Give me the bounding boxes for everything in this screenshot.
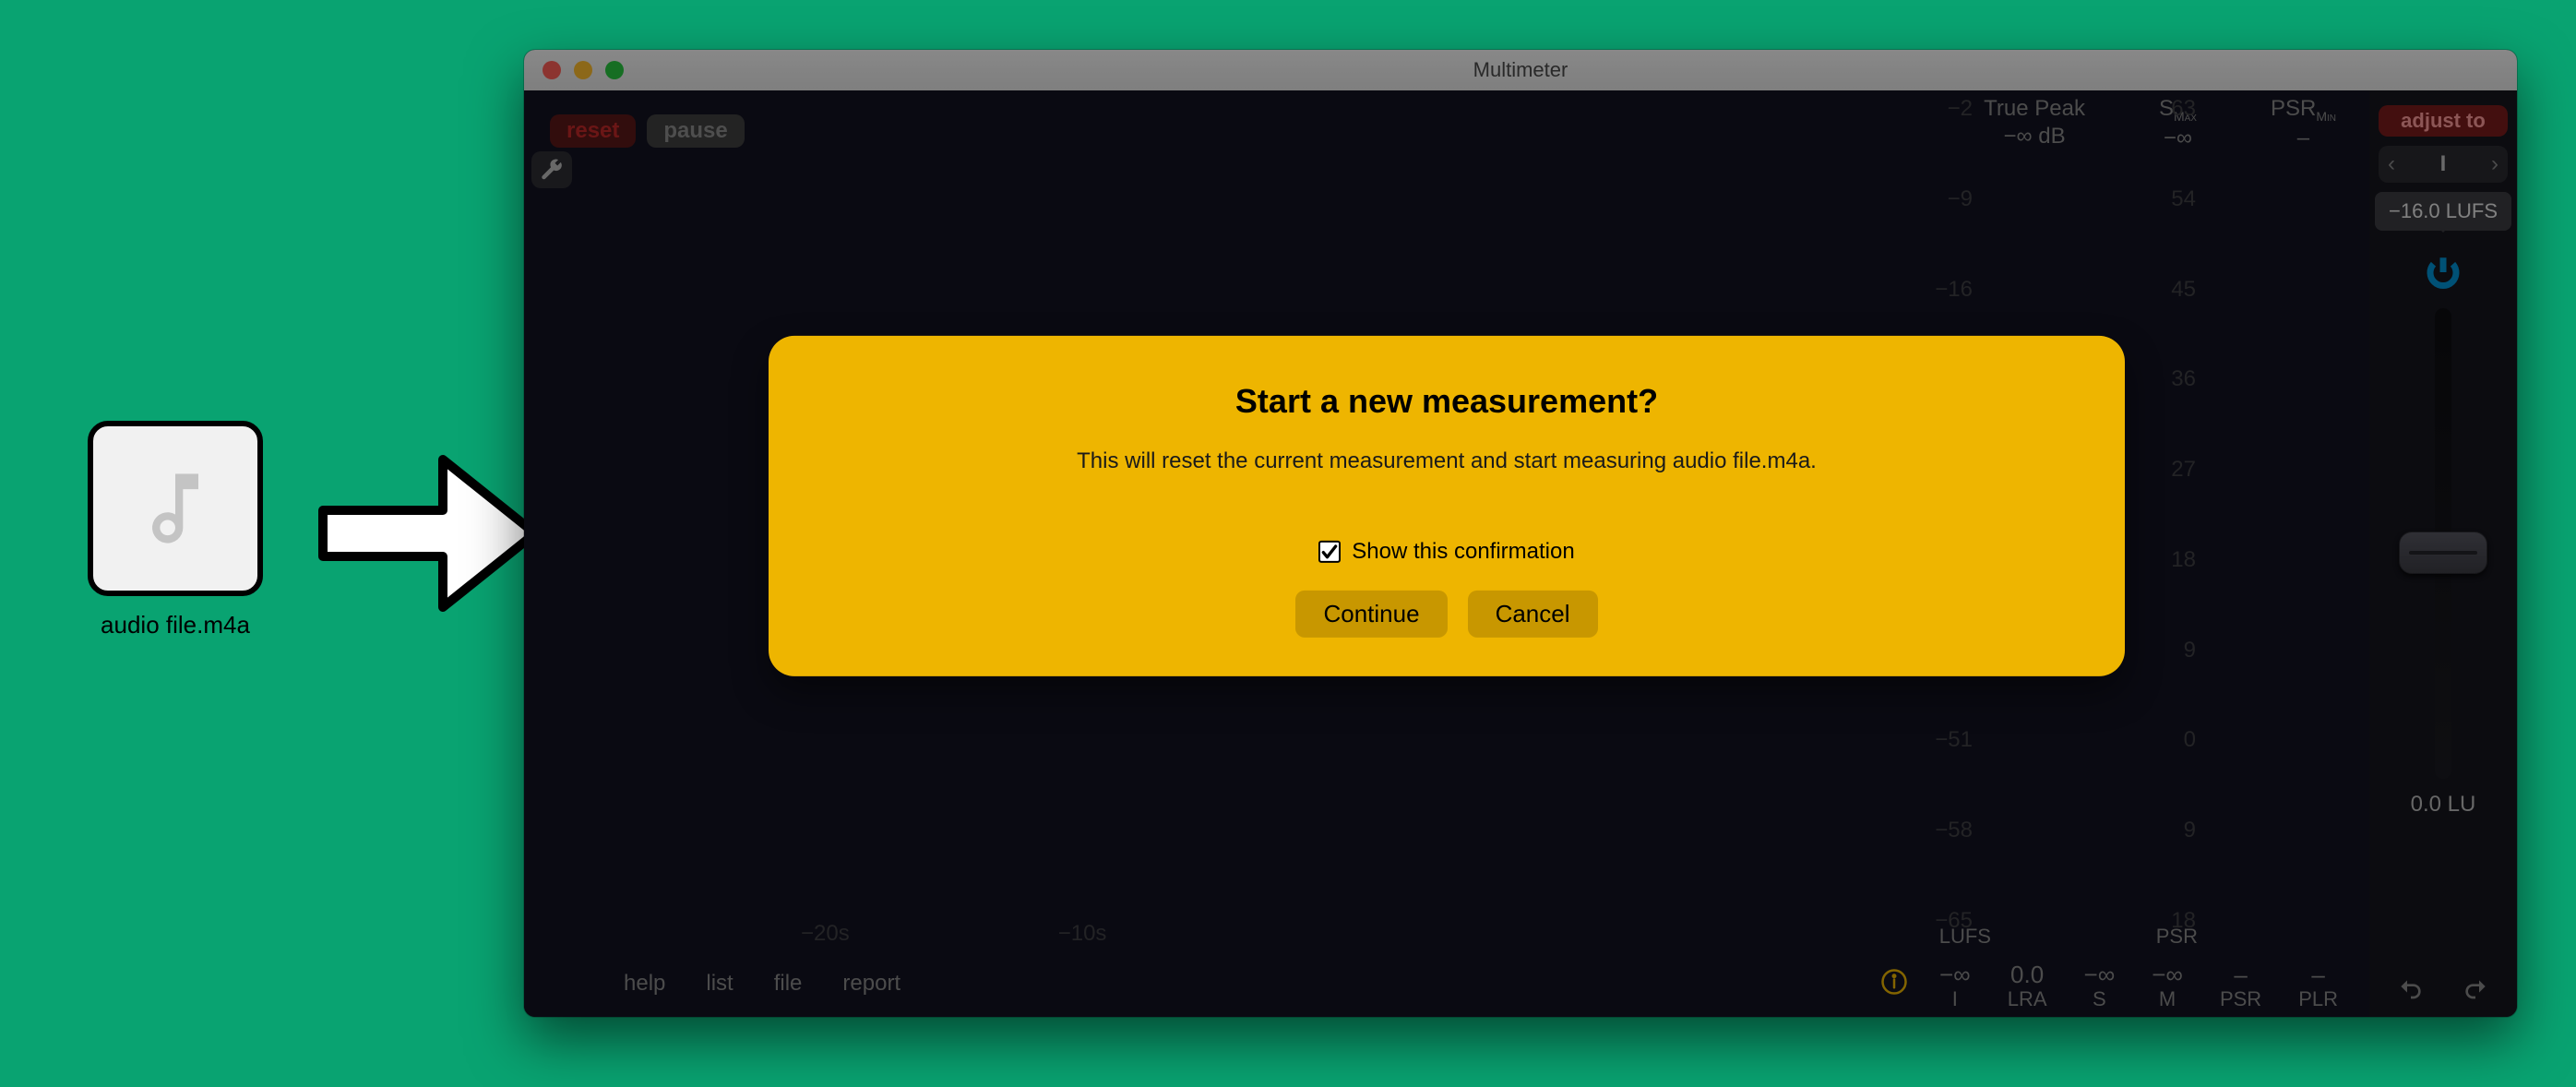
scale-tick: 27: [2131, 457, 2196, 483]
drag-source-file[interactable]: audio file.m4a: [88, 421, 263, 639]
scale-tick: 9: [2131, 818, 2196, 843]
scale-tick: 9: [2131, 638, 2196, 663]
mode-selector[interactable]: ‹ I ›: [2379, 146, 2508, 183]
mode-value: I: [2440, 151, 2447, 177]
readout-label: S: [2084, 987, 2116, 1011]
psr-scale: 63544536271890918: [2131, 90, 2196, 952]
readout-value: −∞: [2152, 961, 2183, 989]
target-loudness[interactable]: −16.0 LUFS: [2375, 192, 2511, 231]
footer-menu: help list file report: [524, 971, 900, 997]
menu-list[interactable]: list: [706, 971, 733, 997]
wrench-icon: [540, 158, 564, 182]
scale-tick: 45: [2131, 277, 2196, 303]
sidebar: adjust to ‹ I › −16.0 LUFS 0.0 LU: [2369, 90, 2517, 1017]
stat-psr-min: PSRMin –: [2271, 96, 2336, 151]
readout-value: −∞: [1939, 961, 1971, 989]
menu-file[interactable]: file: [774, 971, 803, 997]
scale-tick: −51: [1908, 727, 1973, 753]
scale-tick: −58: [1908, 818, 1973, 843]
chevron-left-icon: ‹: [2388, 151, 2395, 177]
undo-icon: [2396, 975, 2426, 1005]
drag-arrow: [286, 441, 544, 626]
readout-label: PSR: [2220, 987, 2261, 1011]
scale-tick: 18: [2131, 547, 2196, 573]
footer: help list file report −∞I0.0LRA−∞S−∞M–PS…: [524, 950, 2369, 1017]
confirm-dialog: Start a new measurement? This will reset…: [769, 336, 2125, 676]
reset-button[interactable]: reset: [550, 114, 636, 148]
power-icon: [2424, 253, 2463, 292]
file-name: audio file.m4a: [88, 611, 263, 639]
cancel-button[interactable]: Cancel: [1468, 591, 1598, 638]
psr-scale-label: PSR: [2156, 925, 2198, 949]
readout-m: −∞M: [2152, 961, 2183, 1011]
readout-psr: –PSR: [2220, 961, 2261, 1011]
readout-label: LRA: [2008, 987, 2047, 1011]
stat-true-peak: True Peak −∞ dB: [1984, 96, 2085, 149]
slider-thumb[interactable]: [2399, 532, 2487, 574]
scale-tick: 54: [2131, 186, 2196, 212]
scale-tick: 36: [2131, 366, 2196, 392]
info-icon: [1880, 968, 1908, 996]
music-note-icon: [129, 462, 221, 555]
dialog-body: This will reset the current measurement …: [824, 448, 2069, 474]
lufs-scale-label: LUFS: [1939, 925, 1991, 949]
gain-slider[interactable]: [2435, 308, 2451, 779]
settings-button[interactable]: [531, 151, 572, 188]
readout-plr: –PLR: [2298, 961, 2338, 1011]
readout-value: –: [2298, 961, 2338, 989]
readout-value: –: [2220, 961, 2261, 989]
gain-value: 0.0 LU: [2369, 792, 2517, 818]
readout-value: −∞: [2084, 961, 2116, 989]
readout-lra: 0.0LRA: [2008, 961, 2047, 1011]
scale-tick: −2: [1908, 96, 1973, 122]
readout-label: M: [2152, 987, 2183, 1011]
scale-tick: 0: [2131, 727, 2196, 753]
window-title: Multimeter: [524, 58, 2517, 82]
scale-tick: −16: [1908, 277, 1973, 303]
checkbox-label: Show this confirmation: [1352, 539, 1574, 565]
redo-button[interactable]: [2461, 975, 2490, 1009]
redo-icon: [2461, 975, 2490, 1005]
timeline-marks: −20s −10s: [801, 921, 1106, 947]
show-confirmation-checkbox[interactable]: Show this confirmation: [824, 539, 2069, 565]
info-button[interactable]: [1880, 968, 1908, 1000]
menu-help[interactable]: help: [624, 971, 665, 997]
undo-button[interactable]: [2396, 975, 2426, 1009]
time-mark: −10s: [1058, 921, 1107, 947]
scale-tick: −9: [1908, 186, 1973, 212]
dialog-title: Start a new measurement?: [824, 382, 2069, 421]
readout-s: −∞S: [2084, 961, 2116, 1011]
readout-value: 0.0: [2008, 961, 2047, 989]
pause-button[interactable]: pause: [647, 114, 744, 148]
file-thumbnail: [88, 421, 263, 596]
app-window: Multimeter reset pause: [524, 50, 2517, 1017]
menu-report[interactable]: report: [842, 971, 900, 997]
scale-tick: 63: [2131, 96, 2196, 122]
checkbox-icon: [1318, 541, 1341, 563]
chevron-right-icon: ›: [2491, 151, 2498, 177]
readout-label: PLR: [2298, 987, 2338, 1011]
power-button[interactable]: [2424, 253, 2463, 292]
adjust-to-button[interactable]: adjust to: [2379, 105, 2508, 137]
continue-button[interactable]: Continue: [1295, 591, 1447, 638]
footer-readouts: −∞I0.0LRA−∞S−∞M–PSR–PLR: [1939, 961, 2338, 1011]
time-mark: −20s: [801, 921, 850, 947]
titlebar: Multimeter: [524, 50, 2517, 90]
readout-i: −∞I: [1939, 961, 1971, 1011]
readout-label: I: [1939, 987, 1971, 1011]
